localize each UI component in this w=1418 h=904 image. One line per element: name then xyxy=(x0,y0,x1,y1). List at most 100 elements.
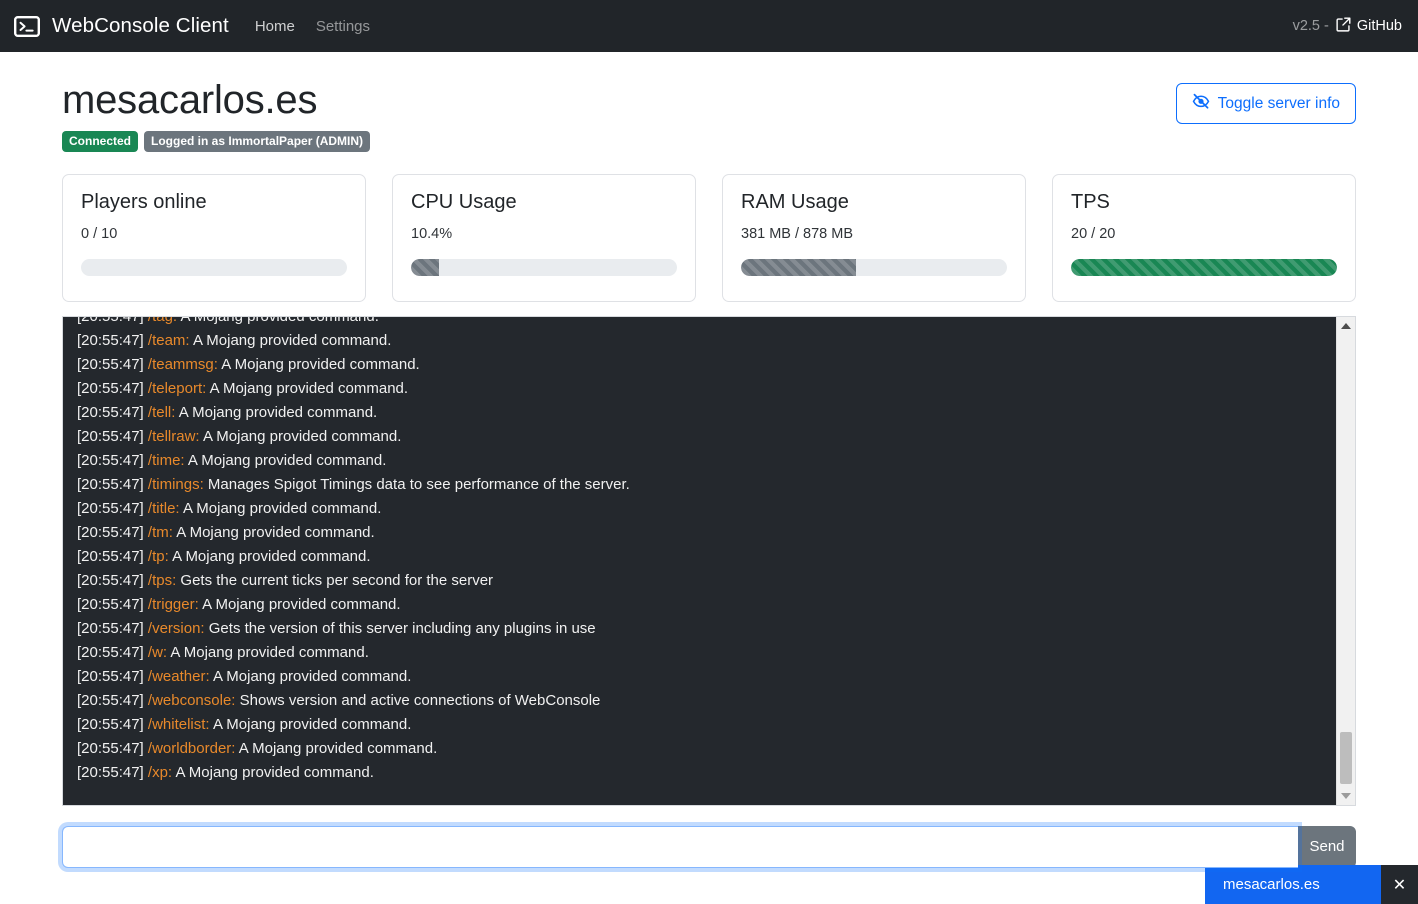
scroll-up-arrow-icon[interactable] xyxy=(1337,317,1355,335)
log-command: /worldborder: xyxy=(147,739,239,757)
log-command: /time: xyxy=(147,451,188,469)
log-message: A Mojang provided command. xyxy=(178,403,378,421)
log-message: A Mojang provided command. xyxy=(182,499,382,517)
log-message: A Mojang provided command. xyxy=(212,667,412,685)
ram-usage-progress xyxy=(741,258,1007,276)
players-online-progress xyxy=(81,258,347,276)
log-command: /webconsole: xyxy=(147,691,240,709)
log-message: A Mojang provided command. xyxy=(172,547,371,565)
log-timestamp: [20:55:47] xyxy=(77,667,148,685)
log-command: /teleport: xyxy=(147,379,210,397)
card-value: 10.4% xyxy=(411,225,453,242)
console-log-line: [20:55:47] /trigger: A Mojang provided c… xyxy=(77,593,1336,617)
log-command: /tp: xyxy=(147,547,173,565)
card-value: 381 MB / 878 MB xyxy=(741,225,854,242)
log-command: /version: xyxy=(147,619,209,637)
log-message: A Mojang provided command. xyxy=(238,739,438,757)
log-command: /w: xyxy=(147,643,171,661)
status-badge-connected: Connected xyxy=(62,131,139,152)
log-message: Gets the current ticks per second for th… xyxy=(180,571,494,589)
log-message: A Mojang provided command. xyxy=(221,355,420,373)
log-timestamp: [20:55:47] xyxy=(77,739,148,757)
card-value: 20 / 20 xyxy=(1071,225,1116,242)
log-message: A Mojang provided command. xyxy=(212,715,412,733)
console-log-line: [20:55:47] /webconsole: Shows version an… xyxy=(77,689,1336,713)
log-command: /weather: xyxy=(147,667,213,685)
log-timestamp: [20:55:47] xyxy=(77,715,148,733)
page-container: mesacarlos.es Connected Logged in as Imm… xyxy=(0,52,1418,868)
log-timestamp: [20:55:47] xyxy=(77,403,148,421)
console-log-line: [20:55:47] /xp: A Mojang provided comman… xyxy=(77,761,1336,785)
console-log[interactable]: [20:55:47] /tag: A Mojang provided comma… xyxy=(63,317,1336,805)
cpu-usage-progress xyxy=(411,258,677,276)
log-command: /trigger: xyxy=(147,595,203,613)
console-log-line: [20:55:47] /teleport: A Mojang provided … xyxy=(77,377,1336,401)
send-button[interactable]: Send xyxy=(1298,825,1356,868)
console-log-line: [20:55:47] /version: Gets the version of… xyxy=(77,617,1336,641)
page-header-left: mesacarlos.es Connected Logged in as Imm… xyxy=(62,77,371,152)
scrollbar-thumb[interactable] xyxy=(1340,731,1352,784)
console-log-line: [20:55:47] /timings: Manages Spigot Timi… xyxy=(77,473,1336,497)
log-message: A Mojang provided command. xyxy=(209,379,409,397)
console-log-line: [20:55:47] /time: A Mojang provided comm… xyxy=(77,449,1336,473)
console-log-line: [20:55:47] /title: A Mojang provided com… xyxy=(77,497,1336,521)
card-title: CPU Usage xyxy=(411,190,517,213)
command-bar: Send xyxy=(62,825,1356,868)
log-message: Shows version and active connections of … xyxy=(239,691,601,709)
console-panel: [20:55:47] /tag: A Mojang provided comma… xyxy=(62,315,1356,806)
console-log-line: [20:55:47] /tps: Gets the current ticks … xyxy=(77,569,1336,593)
command-input[interactable] xyxy=(62,825,1298,868)
log-message: Manages Spigot Timings data to see perfo… xyxy=(207,475,630,493)
card-title: Players online xyxy=(81,190,207,213)
card-title: RAM Usage xyxy=(741,190,849,213)
bottom-tab-server[interactable]: mesacarlos.es xyxy=(1205,865,1381,904)
progress-fill xyxy=(1071,258,1337,276)
version-label: v2.5 - xyxy=(1292,18,1329,34)
log-command: /timings: xyxy=(147,475,208,493)
console-log-line: [20:55:47] /worldborder: A Mojang provid… xyxy=(77,737,1336,761)
card-value: 0 / 10 xyxy=(81,225,118,242)
external-link-icon xyxy=(1336,17,1351,36)
log-command: /tell: xyxy=(147,403,179,421)
log-timestamp: [20:55:47] xyxy=(77,547,148,565)
console-log-line: [20:55:47] /weather: A Mojang provided c… xyxy=(77,665,1336,689)
nav-link-settings[interactable]: Settings xyxy=(316,18,370,35)
page-header: mesacarlos.es Connected Logged in as Imm… xyxy=(62,52,1356,152)
stat-cards: Players online 0 / 10 CPU Usage 10.4% RA… xyxy=(62,173,1356,302)
log-timestamp: [20:55:47] xyxy=(77,691,148,709)
scrollbar-track[interactable] xyxy=(1337,335,1355,787)
close-icon[interactable]: ✕ xyxy=(1381,865,1418,904)
log-timestamp: [20:55:47] xyxy=(77,499,148,517)
bottom-connection-bar: mesacarlos.es ✕ xyxy=(1205,865,1418,904)
stat-card-tps: TPS 20 / 20 xyxy=(1052,173,1356,302)
log-command: /xp: xyxy=(147,763,176,781)
log-command: /tps: xyxy=(147,571,181,589)
console-log-line: [20:55:47] /tp: A Mojang provided comman… xyxy=(77,545,1336,569)
log-command: /tellraw: xyxy=(147,427,203,445)
page-title: mesacarlos.es xyxy=(62,78,318,122)
nav-links: Home Settings xyxy=(255,18,370,35)
log-timestamp: [20:55:47] xyxy=(77,317,148,325)
log-message: Gets the version of this server includin… xyxy=(208,619,596,637)
status-badges: Connected Logged in as ImmortalPaper (AD… xyxy=(62,131,371,152)
toggle-server-info-label: Toggle server info xyxy=(1217,94,1340,112)
stat-card-players-online: Players online 0 / 10 xyxy=(62,173,366,302)
log-timestamp: [20:55:47] xyxy=(77,763,148,781)
console-log-line: [20:55:47] /teammsg: A Mojang provided c… xyxy=(77,353,1336,377)
navbar-right: v2.5 - GitHub xyxy=(1293,17,1402,36)
log-command: /teammsg: xyxy=(147,355,222,373)
scroll-down-arrow-icon[interactable] xyxy=(1337,787,1355,805)
nav-link-home[interactable]: Home xyxy=(255,18,295,35)
github-link[interactable]: GitHub xyxy=(1336,17,1402,36)
toggle-server-info-button[interactable]: Toggle server info xyxy=(1175,83,1356,124)
log-message: A Mojang provided command. xyxy=(202,427,402,445)
log-timestamp: [20:55:47] xyxy=(77,571,148,589)
log-message: A Mojang provided command. xyxy=(176,523,375,541)
log-timestamp: [20:55:47] xyxy=(77,595,148,613)
terminal-icon xyxy=(10,12,44,40)
log-message: A Mojang provided command. xyxy=(202,595,401,613)
log-timestamp: [20:55:47] xyxy=(77,451,148,469)
brand-title[interactable]: WebConsole Client xyxy=(52,14,229,38)
console-scrollbar[interactable] xyxy=(1336,316,1355,805)
log-timestamp: [20:55:47] xyxy=(77,355,148,373)
